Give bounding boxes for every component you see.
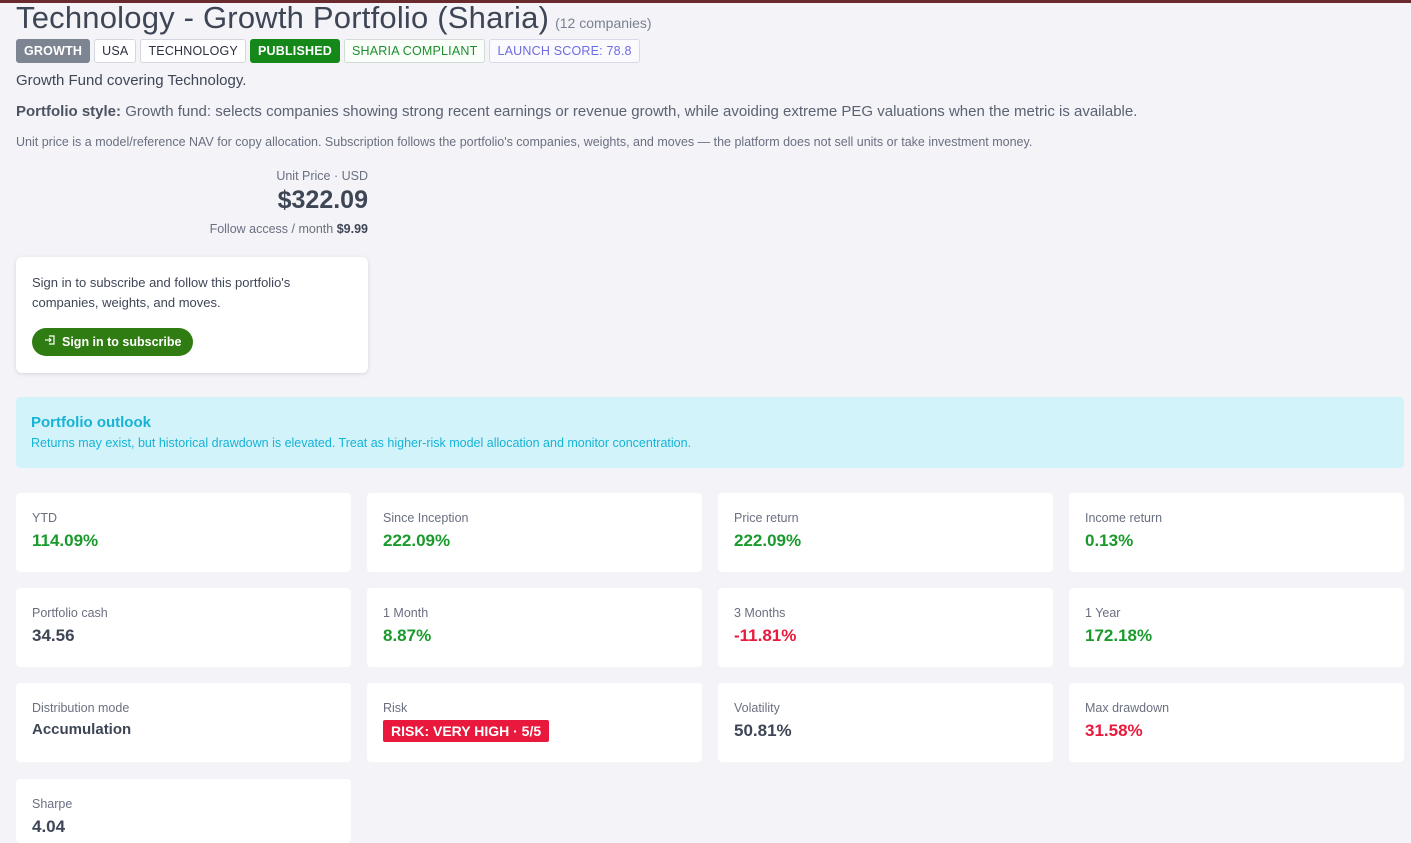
portfolio-style: Portfolio style: Growth fund: selects co… xyxy=(16,103,1137,120)
stat-label: YTD xyxy=(32,511,57,525)
follow-access-price: $9.99 xyxy=(336,222,368,236)
badge-usa: USA xyxy=(94,39,137,63)
sign-in-to-subscribe-button[interactable]: Sign in to subscribe xyxy=(32,328,194,356)
badge-growth: GROWTH xyxy=(16,39,91,63)
badge-launch-score: LAUNCH SCORE: 78.8 xyxy=(489,39,640,63)
risk-badge: RISK: VERY HIGH · 5/5 xyxy=(383,720,550,742)
unit-price-caption: Unit Price · USD xyxy=(276,169,368,183)
stat-value: 114.09% xyxy=(32,531,99,550)
stat-label: Sharpe xyxy=(32,797,73,811)
stat-value: 172.18% xyxy=(1085,626,1153,645)
stat-label: Max drawdown xyxy=(1085,701,1170,715)
stat-distribution-mode: Distribution mode Accumulation xyxy=(16,683,351,762)
portfolio-outlook: Portfolio outlook Returns may exist, but… xyxy=(16,397,1404,468)
stat-label: Since Inception xyxy=(383,511,469,525)
signin-card: Sign in to subscribe and follow this por… xyxy=(16,257,368,373)
stat-price-return: Price return 222.09% xyxy=(718,493,1053,572)
stat-value: 31.58% xyxy=(1085,721,1143,740)
stat-value: 8.87% xyxy=(383,626,432,645)
stat-value: 0.13% xyxy=(1085,531,1134,550)
unit-price-value: $322.09 xyxy=(277,186,368,214)
stat-label: 1 Month xyxy=(383,606,429,620)
stat-label: 3 Months xyxy=(734,606,786,620)
stat-label: Income return xyxy=(1085,511,1163,525)
stat-1-year: 1 Year 172.18% xyxy=(1069,588,1404,667)
stat-volatility: Volatility 50.81% xyxy=(718,683,1053,762)
stat-value: 4.04 xyxy=(32,817,66,836)
stat-label: Portfolio cash xyxy=(32,606,108,620)
portfolio-description: Growth Fund covering Technology. xyxy=(16,72,247,89)
outlook-title: Portfolio outlook xyxy=(31,414,151,431)
stat-income-return: Income return 0.13% xyxy=(1069,493,1404,572)
stat-sharpe: Sharpe 4.04 xyxy=(16,779,351,843)
stat-label: Volatility xyxy=(734,701,780,715)
follow-access-label: Follow access / month xyxy=(209,222,334,236)
badge-technology: TECHNOLOGY xyxy=(140,39,246,63)
stat-value: Accumulation xyxy=(32,721,132,738)
stat-max-drawdown: Max drawdown 31.58% xyxy=(1069,683,1404,762)
badge-sharia-compliant: SHARIA COMPLIANT xyxy=(344,39,486,63)
page-title: Technology - Growth Portfolio (Sharia) xyxy=(16,0,550,35)
stat-3-months: 3 Months -11.81% xyxy=(718,588,1053,667)
stat-value: -11.81% xyxy=(734,626,797,645)
stat-label: Price return xyxy=(734,511,799,525)
outlook-text: Returns may exist, but historical drawdo… xyxy=(31,436,692,450)
stat-since-inception: Since Inception 222.09% xyxy=(367,493,702,572)
follow-access: Follow access / month $9.99 xyxy=(16,222,368,236)
badge-row: GROWTH USA TECHNOLOGY PUBLISHED SHARIA C… xyxy=(16,39,640,63)
stat-value: 50.81% xyxy=(734,721,792,740)
stat-value: 222.09% xyxy=(734,531,802,550)
portfolio-style-text: Growth fund: selects companies showing s… xyxy=(125,103,1138,120)
badge-published: PUBLISHED xyxy=(249,39,340,63)
stat-value: 34.56 xyxy=(32,626,75,645)
sign-in-button-label: Sign in to subscribe xyxy=(62,335,182,349)
stat-value: 222.09% xyxy=(383,531,451,550)
stat-label: Distribution mode xyxy=(32,701,130,715)
stat-1-month: 1 Month 8.87% xyxy=(367,588,702,667)
stat-label: Risk xyxy=(383,701,408,715)
title-row: Technology - Growth Portfolio (Sharia) (1… xyxy=(16,0,652,36)
sign-in-icon xyxy=(44,328,56,356)
company-count: (12 companies) xyxy=(555,15,652,31)
unit-price-note: Unit price is a model/reference NAV for … xyxy=(16,135,1033,149)
stat-portfolio-cash: Portfolio cash 34.56 xyxy=(16,588,351,667)
price-block: Unit Price · USD $322.09 Follow access /… xyxy=(16,169,368,236)
signin-text: Sign in to subscribe and follow this por… xyxy=(32,275,291,310)
stat-risk: Risk RISK: VERY HIGH · 5/5 xyxy=(367,683,702,762)
stat-ytd: YTD 114.09% xyxy=(16,493,351,572)
portfolio-style-label: Portfolio style: xyxy=(16,103,122,120)
stat-label: 1 Year xyxy=(1085,606,1121,620)
